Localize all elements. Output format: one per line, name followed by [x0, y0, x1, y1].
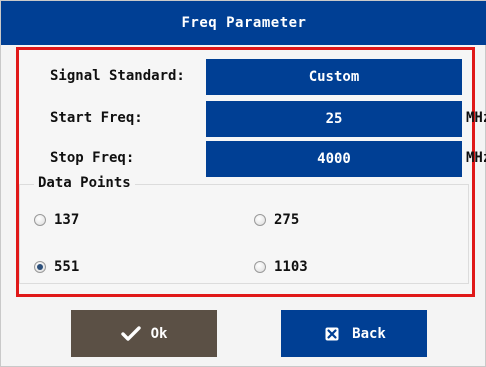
start-freq-label: Start Freq:: [50, 110, 143, 126]
stop-freq-label: Stop Freq:: [50, 150, 135, 166]
stop-freq-unit: MHz: [466, 150, 486, 166]
signal-standard-field[interactable]: Custom: [206, 59, 462, 95]
back-button[interactable]: Back: [281, 310, 427, 357]
radio-button-selected-icon: [34, 261, 46, 273]
dialog-title: Freq Parameter: [1, 1, 486, 45]
radio-137[interactable]: 137: [34, 212, 79, 228]
radio-1103[interactable]: 1103: [254, 259, 308, 275]
signal-standard-label: Signal Standard:: [50, 68, 185, 84]
stop-freq-field[interactable]: 4000: [206, 141, 462, 177]
check-icon: [120, 325, 141, 343]
radio-label: 137: [54, 212, 80, 228]
ok-button[interactable]: Ok: [71, 310, 217, 357]
data-points-group: [19, 184, 469, 284]
radio-button-icon: [34, 214, 46, 226]
radio-label: 551: [54, 259, 80, 275]
ok-button-label: Ok: [150, 325, 168, 342]
start-freq-unit: MHz: [466, 110, 486, 126]
radio-label: 1103: [274, 259, 308, 275]
back-button-label: Back: [352, 325, 386, 342]
radio-551[interactable]: 551: [34, 259, 79, 275]
close-icon: [322, 325, 342, 343]
radio-label: 275: [274, 212, 300, 228]
radio-button-icon: [254, 261, 266, 273]
freq-parameter-dialog: Freq Parameter Signal Standard: Custom S…: [0, 0, 486, 367]
radio-button-icon: [254, 214, 266, 226]
data-points-title: Data Points: [34, 175, 135, 191]
start-freq-field[interactable]: 25: [206, 101, 462, 137]
radio-275[interactable]: 275: [254, 212, 299, 228]
